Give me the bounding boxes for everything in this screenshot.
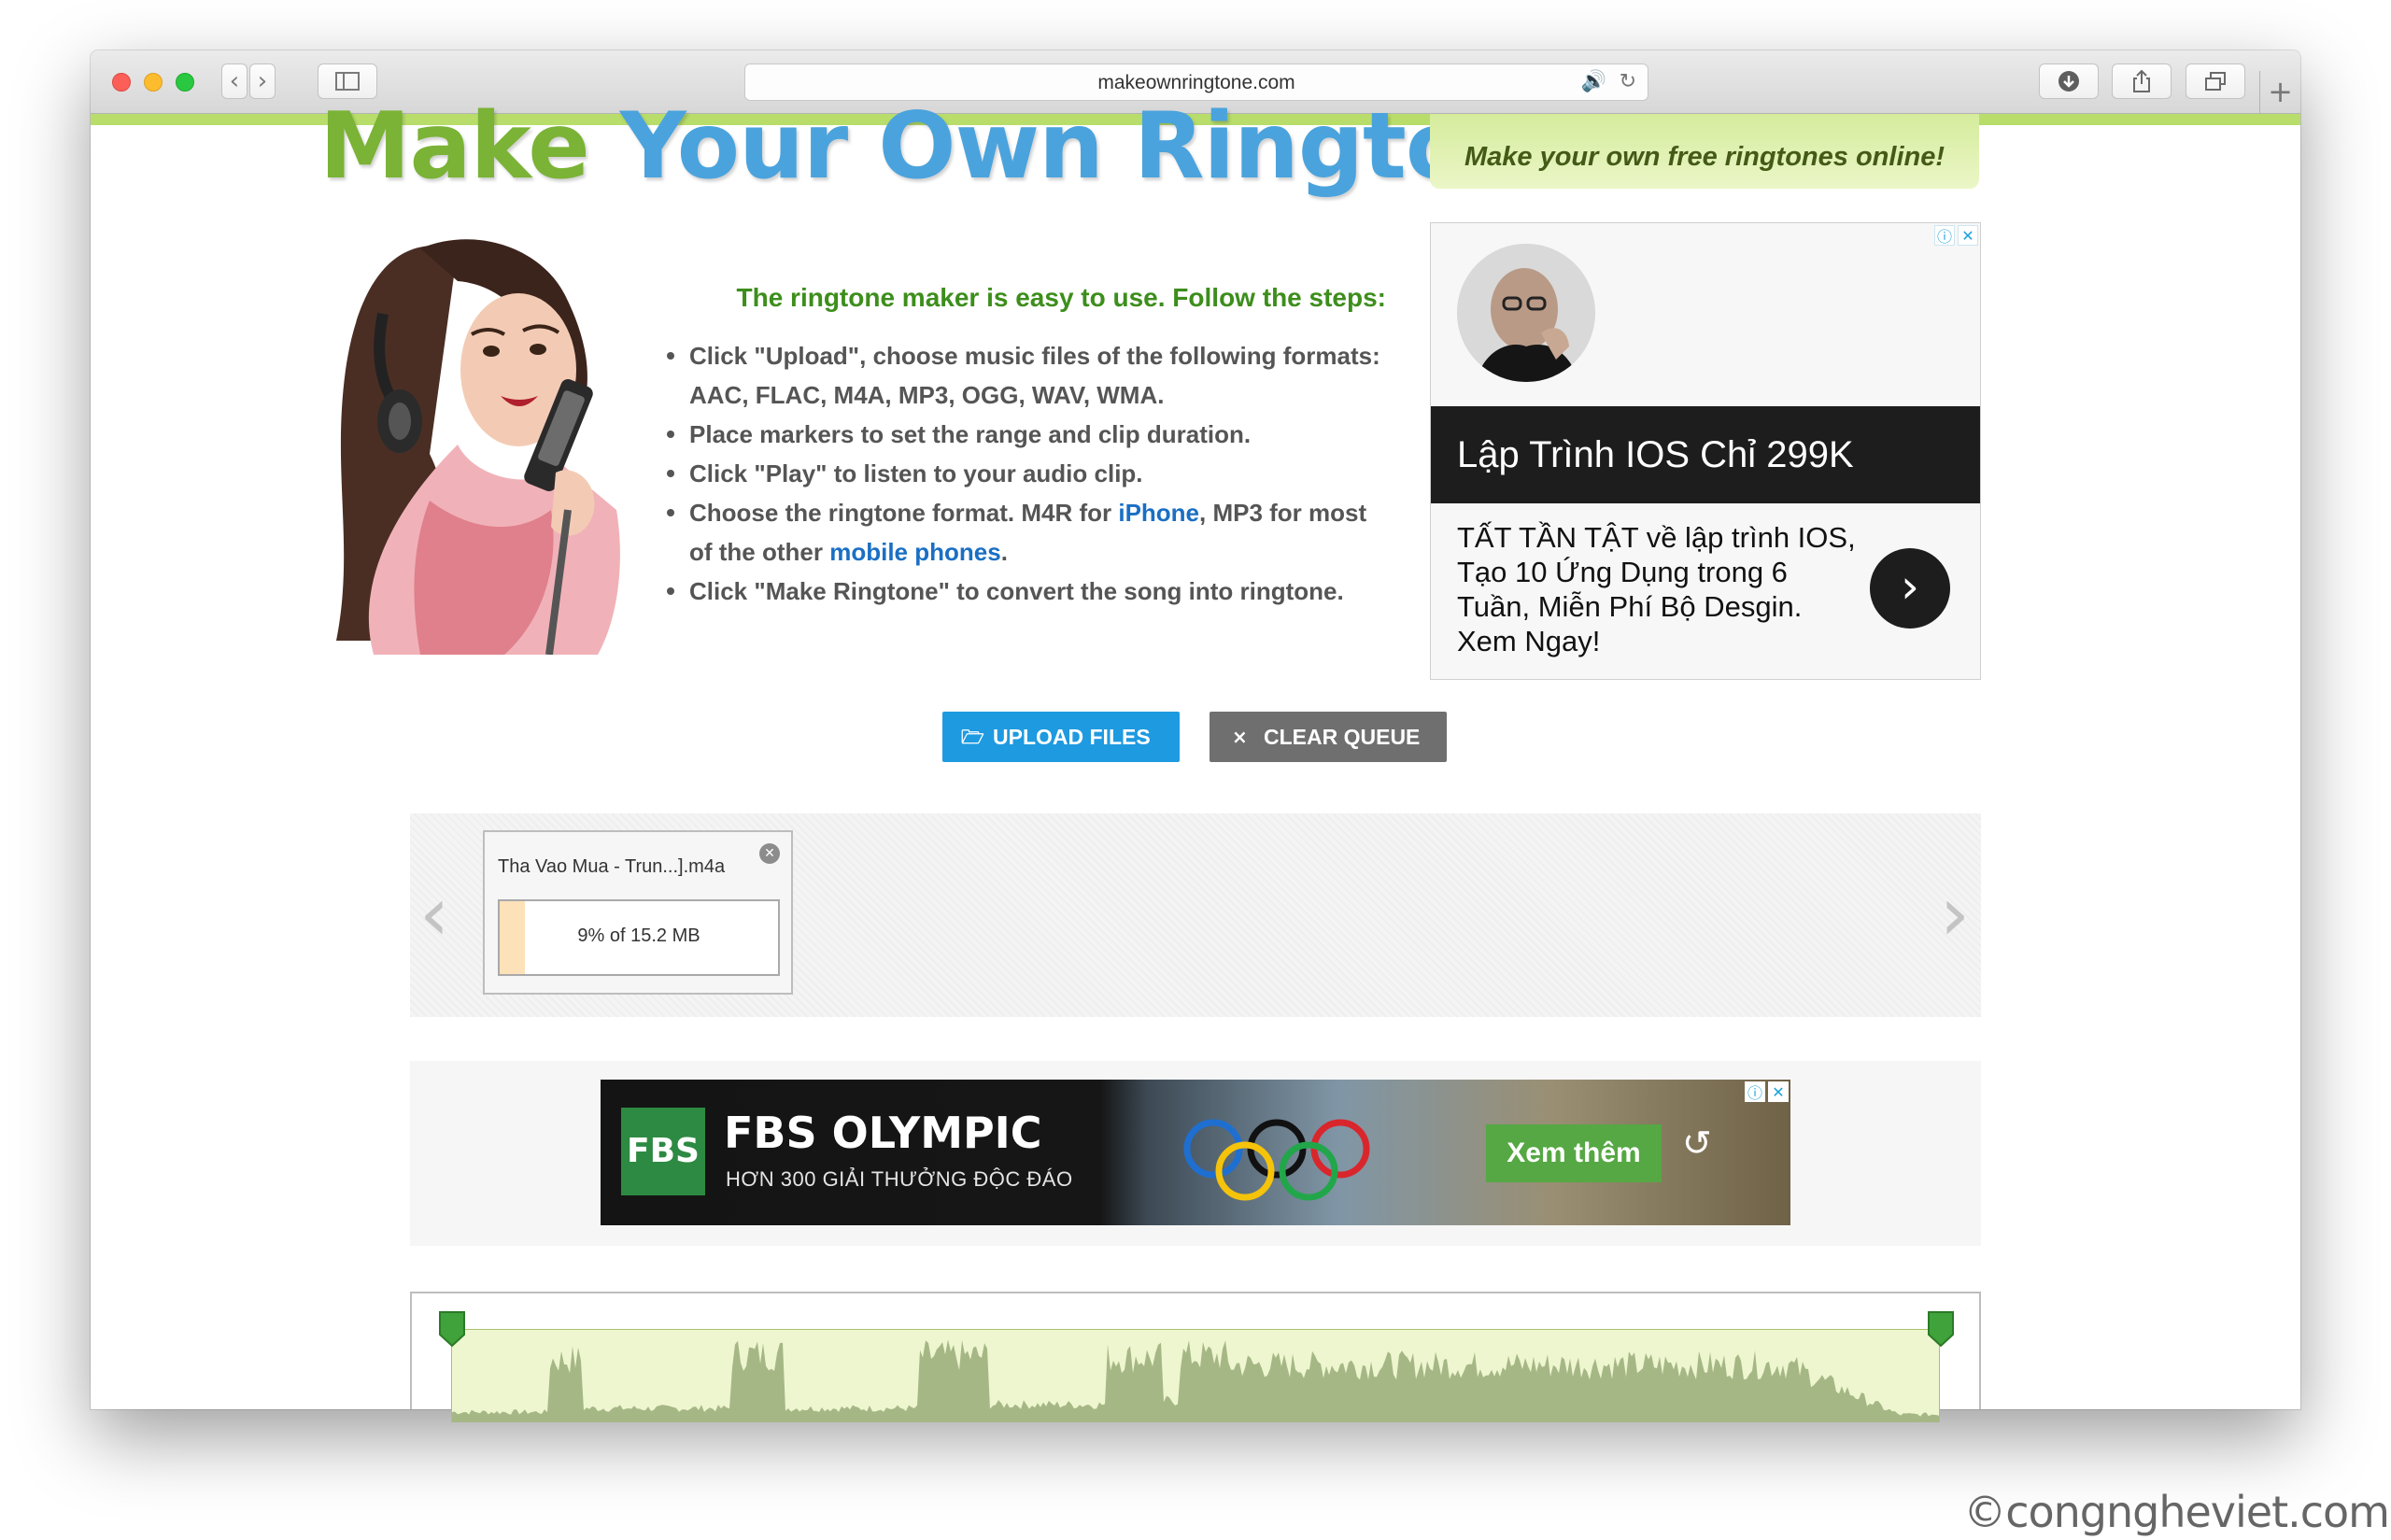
upload-files-button[interactable]: 🗁 UPLOAD FILES — [942, 712, 1180, 762]
queue-file-card[interactable]: Tha Vao Mua - Trun...].m4a ✕ 9% of 15.2 … — [483, 830, 793, 995]
minimize-window-button[interactable] — [144, 73, 163, 92]
sidebar-ad[interactable]: ⓘ ✕ Lập Trình IOS Chỉ 299K TẤT TẦN TẬT v… — [1430, 222, 1981, 680]
mobile-phones-link[interactable]: mobile phones — [829, 538, 1000, 566]
url-text: makeownringtone.com — [1097, 72, 1295, 93]
back-icon[interactable]: ‹ — [221, 64, 248, 99]
waveform-graph — [452, 1339, 1939, 1422]
ad-choices-badge[interactable]: ⓘ ✕ — [1934, 225, 1978, 246]
step-item: Place markers to set the range and clip … — [658, 415, 1386, 454]
adchoices-icon[interactable]: ⓘ — [1745, 1081, 1765, 1102]
watermark: ©congngheviet.com — [1963, 1487, 2390, 1537]
steps-title: The ringtone maker is easy to use. Follo… — [736, 283, 1386, 312]
reload-icon[interactable]: ↻ — [1620, 70, 1636, 93]
chevron-left-icon[interactable]: ‹ — [419, 877, 449, 952]
upload-queue: ‹ › Tha Vao Mua - Trun...].m4a ✕ 9% of 1… — [410, 813, 1981, 1017]
step-text: . — [1000, 538, 1008, 566]
ad-body: TẤT TẦN TẬT về lập trình IOS, Tạo 10 Ứng… — [1457, 521, 1856, 657]
speaker-icon[interactable]: 🔊 — [1581, 70, 1606, 93]
fbs-logo: FBS — [621, 1108, 705, 1195]
olympic-rings-icon — [1183, 1119, 1370, 1201]
ad-avatar — [1457, 244, 1595, 382]
banner-subtitle: HƠN 300 GIẢI THƯỞNG ĐỘC ĐÁO — [726, 1167, 1073, 1191]
ad-headline[interactable]: Lập Trình IOS Chỉ 299K — [1431, 406, 1980, 503]
step-item: Click "Make Ringtone" to convert the son… — [658, 572, 1386, 611]
step-item: Choose the ringtone format. M4R for iPho… — [658, 493, 1386, 572]
upload-progress-text: 9% of 15.2 MB — [577, 925, 700, 946]
close-window-button[interactable] — [112, 73, 131, 92]
close-ad-icon[interactable]: ✕ — [1958, 225, 1978, 246]
upload-label: UPLOAD FILES — [993, 725, 1151, 749]
banner-ad[interactable]: FBS FBS OLYMPIC HƠN 300 GIẢI THƯỞNG ĐỘC … — [601, 1080, 1790, 1225]
chevron-right-icon[interactable]: › — [1870, 548, 1950, 629]
queue-file-name: Tha Vao Mua - Trun...].m4a — [498, 856, 726, 877]
range-end-marker[interactable] — [1927, 1310, 1955, 1348]
chevron-right-icon[interactable]: › — [1940, 877, 1970, 952]
clear-queue-button[interactable]: × CLEAR QUEUE — [1210, 712, 1447, 762]
remove-file-icon[interactable]: ✕ — [759, 843, 780, 864]
banner-ad-choices[interactable]: ⓘ ✕ — [1745, 1081, 1789, 1102]
tagline: Make your own free ringtones online! — [1430, 114, 1979, 189]
steps-list: Click "Upload", choose music files of th… — [658, 336, 1386, 611]
banner-title: FBS OLYMPIC — [724, 1108, 1042, 1158]
iphone-link[interactable]: iPhone — [1118, 499, 1199, 527]
fullscreen-window-button[interactable] — [176, 73, 194, 92]
adchoices-icon[interactable]: ⓘ — [1934, 225, 1955, 246]
folder-icon: 🗁 — [961, 726, 984, 748]
upload-progress-bar: 9% of 15.2 MB — [498, 899, 780, 976]
clear-label: CLEAR QUEUE — [1264, 725, 1421, 749]
step-text: Choose the ringtone format. M4R for — [689, 499, 1119, 527]
waveform-editor[interactable] — [410, 1292, 1981, 1422]
tabs-overview-icon[interactable] — [2186, 64, 2245, 99]
close-ad-icon[interactable]: ✕ — [1768, 1081, 1789, 1102]
share-icon[interactable] — [2112, 64, 2172, 99]
banner-ad-container: FBS FBS OLYMPIC HƠN 300 GIẢI THƯỞNG ĐỘC … — [410, 1061, 1981, 1246]
title-part-make: Make — [319, 93, 590, 200]
singer-illustration — [336, 239, 620, 655]
step-item: Click "Upload", choose music files of th… — [658, 336, 1386, 415]
forward-icon[interactable]: › — [249, 64, 276, 99]
step-item: Click "Play" to listen to your audio cli… — [658, 454, 1386, 493]
banner-cta-button[interactable]: Xem thêm — [1486, 1124, 1662, 1182]
waveform-range[interactable] — [451, 1329, 1940, 1422]
close-icon: × — [1232, 726, 1248, 748]
replay-icon[interactable]: ↺ — [1682, 1123, 1712, 1164]
new-tab-icon[interactable]: + — [2259, 71, 2300, 114]
range-start-marker[interactable] — [438, 1310, 466, 1348]
site-title[interactable]: Make Your Own Ringtone — [319, 93, 1593, 200]
downloads-icon[interactable] — [2039, 64, 2099, 99]
